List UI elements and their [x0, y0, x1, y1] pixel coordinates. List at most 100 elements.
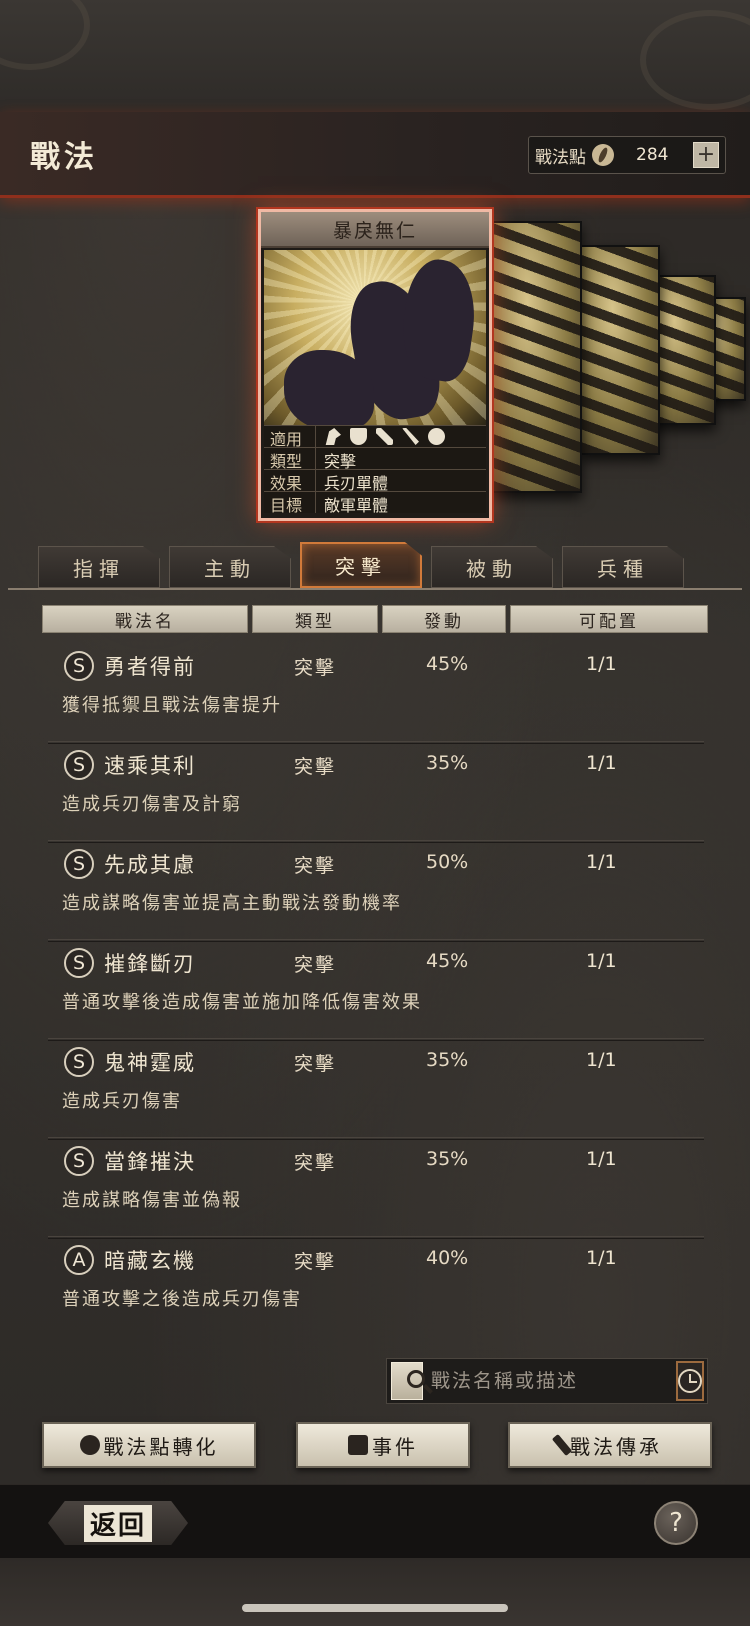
tactic-rate: 45%: [426, 653, 469, 675]
category-tabs: 指揮 主動 突擊 被動 兵種: [38, 542, 698, 590]
tactic-rate: 35%: [426, 1148, 469, 1170]
tactic-list[interactable]: S 勇者得前 突擊 45% 1/1 獲得抵禦且戰法傷害提升 S 速乘其利 突擊 …: [48, 643, 704, 1316]
info-key: 類型: [264, 448, 316, 471]
table-row[interactable]: S 摧鋒斷刃 突擊 45% 1/1 普通攻擊後造成傷害並施加降低傷害效果: [48, 940, 704, 1041]
card-title: 暴戾無仁: [261, 212, 489, 248]
tactic-card-carousel[interactable]: 暴戾無仁 適用 類型 突擊 效果 兵刃單體 目標 敵軍單體: [0, 205, 750, 525]
back-label: 返回: [83, 1504, 152, 1542]
card-info-row: 目標 敵軍單體: [264, 491, 486, 515]
tactic-allocation: 1/1: [586, 1247, 617, 1269]
help-button[interactable]: ?: [654, 1501, 698, 1545]
search-bar: [386, 1358, 708, 1404]
wheel-icon: [428, 428, 445, 445]
tactic-type: 突擊: [294, 855, 337, 877]
tactic-description: 造成謀略傷害並提高主動戰法發動機率: [62, 893, 402, 914]
inherit-tactic-button[interactable]: 戰法傳承: [508, 1422, 712, 1468]
tactic-rate: 40%: [426, 1247, 469, 1269]
column-header-name[interactable]: 戰法名: [42, 605, 248, 633]
home-indicator[interactable]: [242, 1604, 508, 1612]
tactic-type: 突擊: [294, 1152, 337, 1174]
search-button[interactable]: [391, 1362, 433, 1400]
tactic-allocation: 1/1: [586, 1148, 617, 1170]
events-button[interactable]: 事件: [296, 1422, 470, 1468]
tactic-name: 速乘其利: [104, 754, 196, 778]
table-row[interactable]: S 先成其慮 突擊 50% 1/1 造成謀略傷害並提高主動戰法發動機率: [48, 841, 704, 942]
tactic-name: 鬼神霆威: [104, 1051, 196, 1075]
card-info-table: 適用 類型 突擊 效果 兵刃單體 目標 敵軍單體: [264, 425, 486, 515]
tactic-type: 突擊: [294, 1053, 337, 1075]
tactic-description: 普通攻擊之後造成兵刃傷害: [62, 1289, 302, 1310]
table-row[interactable]: S 當鋒摧決 突擊 35% 1/1 造成謀略傷害並偽報: [48, 1138, 704, 1239]
tab-assault[interactable]: 突擊: [300, 542, 422, 588]
tab-troop-type[interactable]: 兵種: [562, 546, 684, 588]
grade-badge: S: [64, 1047, 94, 1077]
card-info-row: 效果 兵刃單體: [264, 469, 486, 493]
tactic-rate: 50%: [426, 851, 469, 873]
bottom-decorative-band: [0, 1558, 750, 1626]
table-row[interactable]: S 速乘其利 突擊 35% 1/1 造成兵刃傷害及計窮: [48, 742, 704, 843]
grade-badge: S: [64, 948, 94, 978]
table-row[interactable]: S 勇者得前 突擊 45% 1/1 獲得抵禦且戰法傷害提升: [48, 643, 704, 744]
card-artwork: [264, 250, 486, 425]
tactic-allocation: 1/1: [586, 851, 617, 873]
tactic-points-value: 284: [636, 145, 669, 165]
flame-icon: [79, 1435, 100, 1455]
clock-icon: [678, 1369, 702, 1393]
table-row[interactable]: S 鬼神霆威 突擊 35% 1/1 造成兵刃傷害: [48, 1039, 704, 1140]
tactic-name: 先成其慮: [104, 853, 196, 877]
back-button[interactable]: 返回: [48, 1501, 188, 1545]
tactic-name: 暗藏玄機: [104, 1249, 196, 1273]
top-decorative-band: [0, 0, 750, 112]
column-header-allocation[interactable]: 可配置: [510, 605, 708, 633]
events-label: 事件: [372, 1434, 418, 1459]
shield-icon: [350, 428, 367, 445]
tactic-name: 勇者得前: [104, 655, 196, 679]
tab-active[interactable]: 主動: [169, 546, 291, 588]
table-row[interactable]: A 暗藏玄機 突擊 40% 1/1 普通攻擊之後造成兵刃傷害: [48, 1237, 704, 1316]
search-icon: [407, 1370, 425, 1388]
tactic-points-label: 戰法點: [535, 147, 586, 168]
grade-badge: S: [64, 849, 94, 879]
tactic-description: 造成兵刃傷害: [62, 1091, 182, 1112]
tactic-type: 突擊: [294, 657, 337, 679]
info-value: 兵刃單體: [324, 474, 389, 493]
stacked-card[interactable]: [580, 245, 660, 455]
grade-badge: S: [64, 750, 94, 780]
table-header: 戰法名 類型 發動 可配置: [42, 605, 708, 633]
tactic-rate: 35%: [426, 752, 469, 774]
stacked-card[interactable]: [490, 221, 582, 493]
inherit-tactic-label: 戰法傳承: [570, 1434, 662, 1459]
tab-passive[interactable]: 被動: [431, 546, 553, 588]
grade-badge: A: [64, 1245, 94, 1275]
featured-tactic-card[interactable]: 暴戾無仁 適用 類型 突擊 效果 兵刃單體 目標 敵軍單體: [256, 207, 494, 523]
card-info-row: 適用: [264, 425, 486, 449]
scroll-icon: [348, 1435, 368, 1455]
info-key: 目標: [264, 492, 316, 515]
tactic-rate: 45%: [426, 950, 469, 972]
column-header-type[interactable]: 類型: [252, 605, 378, 633]
convert-points-button[interactable]: 戰法點轉化: [42, 1422, 256, 1468]
info-value: 敵軍單體: [324, 496, 389, 515]
tactic-type: 突擊: [294, 1251, 337, 1273]
tactic-allocation: 1/1: [586, 1049, 617, 1071]
bow-icon: [376, 428, 393, 445]
grade-badge: S: [64, 651, 94, 681]
info-value: 突擊: [324, 452, 357, 471]
grade-badge: S: [64, 1146, 94, 1176]
add-points-button[interactable]: +: [693, 142, 719, 168]
page-title: 戰法: [30, 140, 98, 175]
tactic-type: 突擊: [294, 954, 337, 976]
history-button[interactable]: [676, 1361, 704, 1401]
tactic-name: 摧鋒斷刃: [104, 952, 196, 976]
feather-icon: [592, 144, 614, 166]
search-input[interactable]: [423, 1370, 676, 1392]
tactic-rate: 35%: [426, 1049, 469, 1071]
tactic-description: 普通攻擊後造成傷害並施加降低傷害效果: [62, 992, 422, 1013]
column-header-rate[interactable]: 發動: [382, 605, 506, 633]
tactic-description: 造成兵刃傷害及計窮: [62, 794, 242, 815]
tab-command[interactable]: 指揮: [38, 546, 160, 588]
info-key: 適用: [264, 426, 316, 449]
card-info-row: 類型 突擊: [264, 447, 486, 471]
tactic-type: 突擊: [294, 756, 337, 778]
spear-icon: [402, 428, 419, 445]
